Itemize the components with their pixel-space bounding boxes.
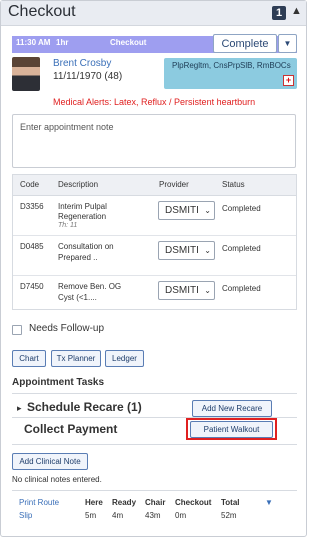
chevron-down-icon: ⌄ [204,246,211,255]
needs-followup-label: Needs Follow-up [29,323,105,334]
alerts-summary: PlpRegltm, CnsPrpSlB, RmBOCs [172,61,291,70]
collect-payment-task: Collect Payment [24,422,118,436]
chart-button[interactable]: Chart [12,350,46,367]
add-clinical-note-button[interactable]: Add Clinical Note [12,453,88,470]
tx-planner-button[interactable]: Tx Planner [51,350,101,367]
table-header: Code Description Provider Status [13,175,296,196]
stat-ready-value: 4m [112,511,124,520]
patient-walkout-button[interactable]: Patient Walkout [190,421,273,438]
panel-title: Checkout [8,3,76,20]
ledger-button[interactable]: Ledger [105,350,144,367]
print-route-slip-link[interactable]: Print Route [19,498,59,507]
schedule-recare-task[interactable]: Schedule Recare (1) [27,400,142,414]
stat-checkout-label: Checkout [175,498,212,507]
appointment-note-input[interactable]: Enter appointment note [12,114,296,168]
complete-button[interactable]: Complete [213,34,277,53]
stat-chair-label: Chair [145,498,166,507]
stat-ready-label: Ready [112,498,137,507]
table-row: D3356 Interim Pulpal Regeneration Th: 11… [13,196,296,236]
appointment-tasks-title: Appointment Tasks [12,377,105,388]
note-placeholder: Enter appointment note [20,122,114,132]
chevron-down-icon: ⌄ [204,286,211,295]
appointment-status: Checkout [110,38,147,47]
no-clinical-notes-text: No clinical notes entered. [12,475,102,484]
patient-name-link[interactable]: Brent Crosby [53,58,111,69]
stat-total-label: Total [221,498,240,507]
patient-dob: 11/11/1970 (48) [53,71,123,82]
col-status: Status [222,180,245,189]
expand-times-icon[interactable]: ▼ [265,498,273,507]
provider-select[interactable]: DSMITI ⌄ [158,241,215,260]
col-description: Description [58,180,99,189]
divider [12,490,297,491]
col-provider: Provider [159,180,189,189]
appointment-duration: 1hr [56,38,69,47]
checkout-panel: Checkout 1 ▲ 11:30 AM 1hr Checkout Compl… [0,0,307,537]
stat-here-value: 5m [85,511,97,520]
col-code: Code [20,180,40,189]
stat-here-label: Here [85,498,103,507]
stat-checkout-value: 0m [175,511,187,520]
panel-header: Checkout 1 ▲ [1,1,306,26]
patient-alerts-box[interactable]: PlpRegltm, CnsPrpSlB, RmBOCs + [164,58,297,89]
divider [12,444,297,445]
patient-avatar [12,57,40,91]
complete-dropdown-icon[interactable]: ▼ [278,34,297,53]
stat-chair-value: 43m [145,511,161,520]
procedures-table: Code Description Provider Status D3356 I… [12,174,297,310]
print-route-slip-link-line2[interactable]: Slip [19,511,32,520]
needs-followup-checkbox[interactable] [12,325,22,335]
table-row: D7450 Remove Ben. OG Cyst (<1.... DSMITI… [20,281,261,302]
provider-select[interactable]: DSMITI ⌄ [158,201,215,220]
medical-alerts: Medical Alerts: Latex, Reflux / Persiste… [53,97,256,107]
expand-caret-icon[interactable]: ▸ [17,403,22,414]
appointment-time: 11:30 AM [16,38,51,47]
table-row: D0485 Consultation on Prepared .. DSMITI… [13,236,296,276]
chevron-down-icon: ⌄ [204,206,211,215]
add-new-recare-button[interactable]: Add New Recare [192,400,272,417]
collapse-caret-icon[interactable]: ▲ [291,5,302,17]
count-badge: 1 [272,6,286,20]
stat-total-value: 52m [221,511,237,520]
add-alert-icon[interactable]: + [283,75,294,86]
provider-select[interactable]: DSMITI ⌄ [158,281,215,300]
divider [12,393,297,394]
